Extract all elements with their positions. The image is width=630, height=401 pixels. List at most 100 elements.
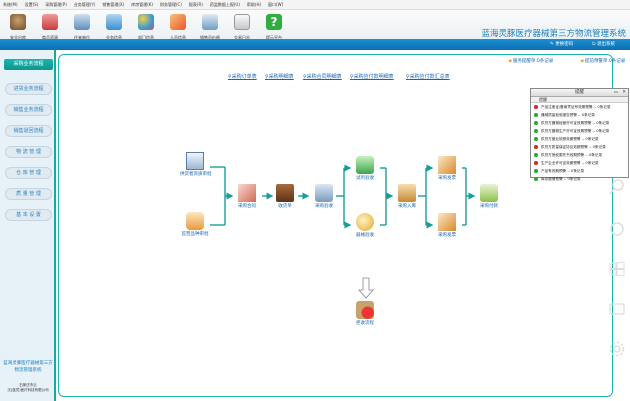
computer-icon [202, 14, 218, 30]
invoice-icon [438, 156, 456, 174]
sidebar-footer-company: 石家庄市云 汉(蓝灵)医疗科技有限公司 [7, 383, 49, 392]
menu-bar: 系统(M) 设置(S) 采购管理(P) 业务管理(Y) 销售管理(X) 库房管理(K) 财务… [0, 0, 630, 10]
sidebar-item-sales-flow[interactable]: 销售业务流程 [5, 104, 52, 116]
reminder-list: 产品注册证/备案凭证号效期预警 -- 0条记录 器械质量检验报告预警 -- 0条记… [531, 103, 628, 183]
sidebar-section-purchase[interactable]: 采购业务流程 [4, 59, 53, 70]
link-payable-summary[interactable]: ⚲采购应付款汇总表 [406, 73, 450, 80]
building-icon [74, 14, 90, 30]
node-purchase-check[interactable]: 采购验收 [309, 184, 339, 209]
change-password-link[interactable]: ✎ 更换密码 [550, 41, 573, 47]
flask-icon [186, 212, 204, 230]
reminder-row[interactable]: 供货方器械生产许可证效期预警 -- 0条记录 [531, 127, 628, 135]
toolbar-safe-exit[interactable]: 安全出库 [4, 14, 32, 41]
logout-link[interactable]: ⏻ 退出系统 [592, 41, 615, 47]
sidebar-item-sales-return[interactable]: 销售退回流程 [5, 125, 52, 137]
reminder-text: 器械质量检验报告预警 -- 0条记录 [541, 113, 595, 117]
node-product-approval[interactable]: 首营品种审批 [180, 212, 210, 237]
sidebar-footer-title: 蓝海灵豚医疗器械第三方物流管理系统 [3, 361, 53, 373]
link-contract-details[interactable]: ⚲采购合同明细表 [303, 73, 342, 80]
reminder-text: 库存超储预警 -- 0条记录 [541, 177, 581, 181]
reminder-text: 供货方授权委托书效期预警 -- 0条记录 [541, 153, 603, 157]
sidebar-item-logistics[interactable]: 物 流 管 理 [5, 146, 52, 158]
app-title: 蓝海灵豚医疗器械第三方物流管理系统 [481, 29, 626, 39]
reminder-row[interactable]: 供货方营业执照效期预警 -- 0条记录 [531, 135, 628, 143]
reminder-row[interactable]: 供货方质量保证协议效期预警 -- 0条记录 [531, 143, 628, 151]
contract-icon [238, 184, 256, 202]
reminder-row[interactable]: 生产企业许可证效期预警 -- 0条记录 [531, 159, 628, 167]
sidebar-item-warehouse[interactable]: 仓 库 管 理 [5, 167, 52, 179]
reminder-panel-header: 提醒 ✕ ▭ [531, 89, 628, 97]
menu-item[interactable]: 销售管理(X) [102, 2, 124, 8]
pill-icon [42, 14, 58, 30]
invoice-icon [438, 213, 456, 231]
sidebar-item-purchase-flow[interactable]: 进货业务流程 [5, 83, 52, 95]
link-payable-details[interactable]: ⚲采购应付款明细表 [350, 73, 394, 80]
node-reject[interactable]: 拒收流程 [350, 301, 380, 326]
toolbar-prices[interactable]: 销售员价格 [196, 14, 224, 41]
sidebar: 采购业务流程 进货业务流程 销售业务流程 销售退回流程 物 流 管 理 仓 库 … [0, 50, 56, 401]
node-purchase-contract[interactable]: 采购合同 [232, 184, 262, 209]
node-payment[interactable]: 采购付款 [474, 184, 504, 209]
user-icon [10, 14, 26, 30]
toolbar-log[interactable]: 交易日志 [228, 14, 256, 41]
menu-item[interactable]: 帮助(H) [247, 2, 261, 8]
menu-item[interactable]: 财务管理(C) [160, 2, 182, 8]
status-dot-icon [534, 129, 538, 133]
truck-icon [315, 184, 333, 202]
document-icon [234, 14, 250, 30]
share-icon[interactable] [608, 220, 626, 238]
status-dot-icon [534, 169, 538, 173]
status-dot-icon [534, 153, 538, 157]
question-icon: ? [266, 14, 282, 30]
box-icon [276, 184, 294, 202]
menu-item[interactable]: 采购管理(P) [45, 2, 67, 8]
menu-item[interactable]: 窗口(W) [268, 2, 283, 8]
node-device-inspect[interactable]: 器械验收 [350, 213, 380, 238]
reminder-text: 产品注册证/备案凭证号效期预警 -- 0条记录 [541, 105, 611, 109]
link-purchase-details[interactable]: ⚲采购明细表 [265, 73, 294, 80]
menu-item[interactable]: 药监数据上报(U) [210, 2, 240, 8]
node-invoice-2[interactable]: 采购发票 [432, 213, 462, 238]
windows-icon[interactable] [608, 260, 626, 278]
menu-item[interactable]: 系统(M) [3, 2, 18, 8]
menu-item[interactable]: 报表(R) [189, 2, 203, 8]
status-dot-icon [534, 137, 538, 141]
menu-item[interactable]: 业务管理(Y) [74, 2, 96, 8]
node-storage[interactable]: 采购入库 [392, 184, 422, 209]
toolbar-units[interactable]: 往来单位 [68, 14, 96, 41]
node-reagent-inspect[interactable]: 试剂验收 [350, 156, 380, 181]
reminder-text: 供货方营业执照效期预警 -- 0条记录 [541, 137, 599, 141]
status-dot-icon [534, 105, 538, 109]
sidebar-item-settings[interactable]: 基 本 设 置 [5, 209, 52, 221]
toolbar-staff[interactable]: 人员信息 [164, 14, 192, 41]
search-icon[interactable] [608, 178, 626, 196]
sidebar-item-quality[interactable]: 质 量 管 理 [5, 188, 52, 200]
toolbar-business[interactable]: 业务信息 [100, 14, 128, 41]
toolbar-help[interactable]: ? 提示平台 [260, 14, 288, 41]
menu-item[interactable]: 库房管理(K) [131, 2, 153, 8]
reject-icon [356, 301, 374, 319]
status-dot-icon [534, 113, 538, 117]
service-reminder-link[interactable]: ◀ 服务提醒单:0条记录 [508, 58, 553, 64]
status-dot-icon [534, 145, 538, 149]
toolbar-departments[interactable]: 部门信息 [132, 14, 160, 41]
link-purchase-orders[interactable]: ⚲采购订单表 [228, 73, 257, 80]
gear-icon[interactable] [608, 340, 626, 358]
reminder-row[interactable]: 器械质量检验报告预警 -- 0条记录 [531, 111, 628, 119]
reminder-text: 供货方器械生产许可证效期预警 -- 0条记录 [541, 129, 610, 133]
menu-item[interactable]: 设置(S) [25, 2, 39, 8]
reminder-row[interactable]: 产品注册证/备案凭证号效期预警 -- 0条记录 [531, 103, 628, 111]
early-warning-link[interactable]: ◀ 提前预警单:0条记录 [580, 58, 625, 64]
reminder-row[interactable]: 产品有效期预警 -- 0条记录 [531, 167, 628, 175]
toolbar-products[interactable]: 商品资源 [36, 14, 64, 41]
org-icon [138, 14, 154, 30]
devices-icon[interactable] [608, 300, 626, 318]
reminder-row[interactable]: 供货方器械经营许可证效期预警 -- 0条记录 [531, 119, 628, 127]
reminder-row[interactable]: 供货方授权委托书效期预警 -- 0条记录 [531, 151, 628, 159]
minimize-icon[interactable]: ▭ [614, 89, 618, 97]
status-dot-icon [534, 177, 538, 181]
close-icon[interactable]: ✕ [622, 89, 626, 97]
node-receipt[interactable]: 收货单 [270, 184, 300, 209]
node-invoice[interactable]: 采购发票 [432, 156, 462, 181]
node-supplier-approval[interactable]: 供货者资质审批 [180, 152, 212, 177]
